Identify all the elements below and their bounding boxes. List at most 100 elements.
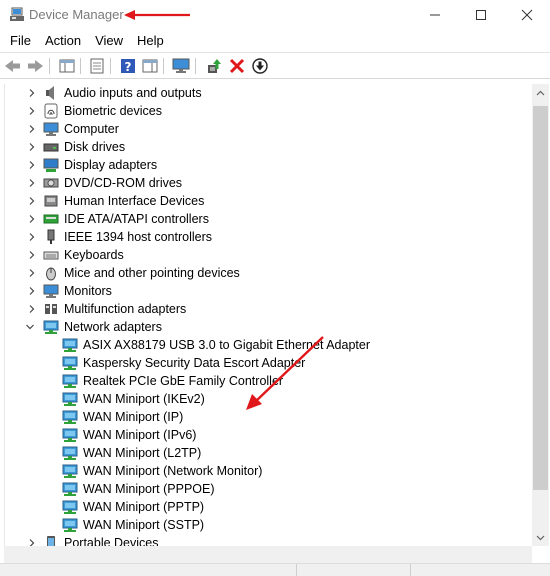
chevron-right-icon[interactable] [27,232,37,242]
scroll-down-button[interactable] [532,529,549,546]
display-adapter-icon [43,158,59,172]
device-tree: Audio inputs and outputs Biometric device… [4,84,533,546]
uninstall-button[interactable] [228,57,246,75]
chevron-down-icon[interactable] [25,322,35,332]
scroll-up-button[interactable] [532,84,549,101]
chevron-right-icon[interactable] [27,178,37,188]
tree-category-label: Human Interface Devices [64,194,205,208]
chevron-right-icon[interactable] [27,124,37,134]
tree-category-label: Keyboards [64,248,124,262]
help-button[interactable]: ? [119,57,137,75]
maximize-button[interactable] [458,0,504,30]
monitor-icon [43,284,59,298]
vertical-scrollbar[interactable] [532,84,549,546]
menu-action[interactable]: Action [45,30,81,52]
chevron-right-icon[interactable] [27,106,37,116]
close-button[interactable] [504,0,550,30]
fingerprint-icon [44,103,58,119]
tree-category[interactable]: Network adapters [5,318,525,336]
tree-device[interactable]: WAN Miniport (IKEv2) [5,390,525,408]
tree-device-label: WAN Miniport (Network Monitor) [83,464,263,478]
tree-device-label: WAN Miniport (PPPOE) [83,482,215,496]
tree-category[interactable]: IDE ATA/ATAPI controllers [5,210,525,228]
tree-device[interactable]: Kaspersky Security Data Escort Adapter [5,354,525,372]
chevron-right-icon[interactable] [27,286,37,296]
chevron-right-icon[interactable] [27,142,37,152]
network-adapter-icon [43,320,59,334]
tree-device[interactable]: WAN Miniport (SSTP) [5,516,525,534]
tree-device[interactable]: WAN Miniport (IPv6) [5,426,525,444]
chevron-down-icon [536,535,545,540]
device-manager-window: Device Manager File Action View Help ? A… [0,0,550,576]
enable-device-button[interactable] [251,57,269,75]
tree-category[interactable]: Disk drives [5,138,525,156]
chevron-right-icon[interactable] [27,268,37,278]
tree-category-label: Multifunction adapters [64,302,187,316]
computer-icon [43,122,59,136]
network-adapter-icon [62,428,78,442]
chevron-right-icon[interactable] [27,88,37,98]
tree-category[interactable]: Keyboards [5,246,525,264]
properties-button[interactable] [88,57,106,75]
tree-category[interactable]: DVD/CD-ROM drives [5,174,525,192]
network-adapter-icon [62,374,78,388]
scan-hardware-button[interactable] [172,57,190,75]
tree-category-label: Biometric devices [64,104,162,118]
menu-bar: File Action View Help [0,30,550,52]
tree-device[interactable]: WAN Miniport (PPPOE) [5,480,525,498]
tree-category[interactable]: Display adapters [5,156,525,174]
toolbar: ? [0,52,550,79]
status-bar-divider [410,564,411,576]
title-bar[interactable]: Device Manager [0,0,550,30]
minimize-button[interactable] [412,0,458,30]
chevron-right-icon[interactable] [27,304,37,314]
network-adapter-icon [62,446,78,460]
menu-file[interactable]: File [10,30,31,52]
tree-device-label: WAN Miniport (IKEv2) [83,392,205,406]
forward-button[interactable] [26,57,44,75]
tree-category[interactable]: Portable Devices [5,534,525,546]
tree-category[interactable]: IEEE 1394 host controllers [5,228,525,246]
network-adapter-icon [62,356,78,370]
tree-device-label: WAN Miniport (PPTP) [83,500,205,514]
tree-category-label: Disk drives [64,140,126,154]
tree-device-label: WAN Miniport (SSTP) [83,518,205,532]
tree-device[interactable]: WAN Miniport (PPTP) [5,498,525,516]
tree-device[interactable]: Realtek PCIe GbE Family Controller [5,372,525,390]
horizontal-scrollbar[interactable] [4,546,532,563]
network-adapter-icon [62,482,78,496]
chevron-right-icon[interactable] [27,160,37,170]
tree-device[interactable]: ASIX AX88179 USB 3.0 to Gigabit Ethernet… [5,336,525,354]
properties-icon [90,58,104,74]
network-adapter-icon [62,338,78,352]
chevron-right-icon[interactable] [27,250,37,260]
tree-category[interactable]: Human Interface Devices [5,192,525,210]
tree-device-label: WAN Miniport (L2TP) [83,446,202,460]
tree-category[interactable]: Computer [5,120,525,138]
tree-category[interactable]: Mice and other pointing devices [5,264,525,282]
update-driver-button[interactable] [205,57,223,75]
action-pane-button[interactable] [141,57,159,75]
tree-category[interactable]: Audio inputs and outputs [5,84,525,102]
back-button[interactable] [4,57,22,75]
console-tree-button[interactable] [58,57,76,75]
tree-category[interactable]: Multifunction adapters [5,300,525,318]
tree-category-label: Computer [64,122,119,136]
tree-device[interactable]: WAN Miniport (Network Monitor) [5,462,525,480]
tree-device[interactable]: WAN Miniport (L2TP) [5,444,525,462]
update-driver-icon [208,59,221,73]
ieee1394-icon [47,229,55,244]
scrollbar-thumb[interactable] [533,106,548,490]
tree-category[interactable]: Biometric devices [5,102,525,120]
tree-category[interactable]: Monitors [5,282,525,300]
tree-device[interactable]: WAN Miniport (IP) [5,408,525,426]
chevron-right-icon[interactable] [27,538,37,546]
mouse-icon [46,267,56,281]
menu-view[interactable]: View [95,30,123,52]
network-adapter-icon [62,500,78,514]
keyboard-icon [43,251,59,260]
menu-help[interactable]: Help [137,30,164,52]
chevron-right-icon[interactable] [27,196,37,206]
toolbar-separator [80,58,81,74]
chevron-right-icon[interactable] [27,214,37,224]
